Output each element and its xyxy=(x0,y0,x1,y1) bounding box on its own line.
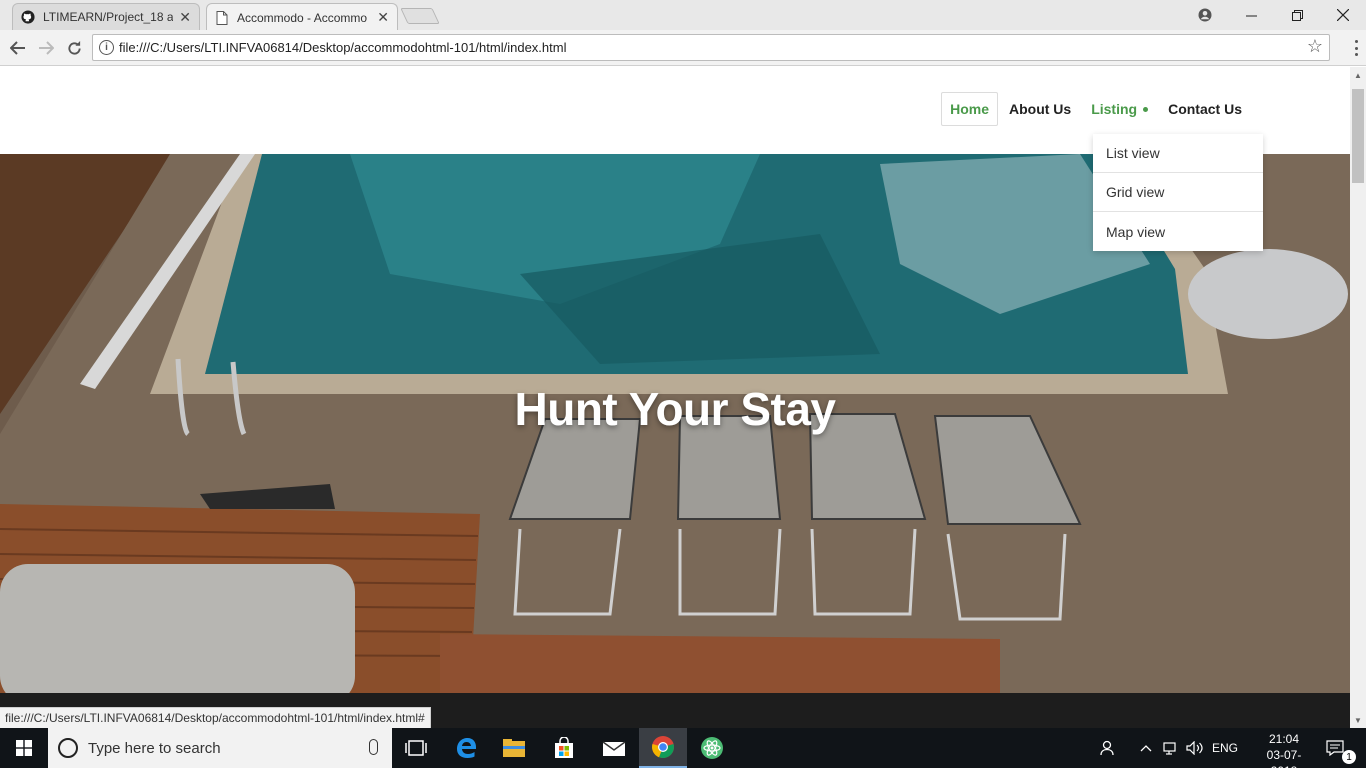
nav-contact[interactable]: Contact Us xyxy=(1159,92,1251,126)
volume-icon[interactable] xyxy=(1186,728,1204,768)
dropdown-grid-view[interactable]: Grid view xyxy=(1093,173,1263,212)
show-hidden-icons-icon[interactable] xyxy=(1140,728,1152,768)
language-indicator[interactable]: ENG xyxy=(1212,728,1238,768)
windows-taskbar: Type here to search ENG 21:04 03-07- 1 xyxy=(0,728,1366,768)
dropdown-list-view[interactable]: List view xyxy=(1093,134,1263,173)
info-icon[interactable]: i xyxy=(99,40,114,55)
status-bar-url: file:///C:/Users/LTI.INFVA06814/Desktop/… xyxy=(0,707,431,728)
scroll-up-icon[interactable]: ▲ xyxy=(1350,67,1366,83)
browser-toolbar: i file:///C:/Users/LTI.INFVA06814/Deskto… xyxy=(0,30,1366,66)
bookmark-star-icon[interactable]: ☆ xyxy=(1307,36,1323,57)
notification-count-badge: 1 xyxy=(1342,750,1356,764)
dropdown-map-view[interactable]: Map view xyxy=(1093,212,1263,251)
restore-icon[interactable] xyxy=(1274,0,1320,30)
store-icon[interactable] xyxy=(540,728,588,768)
address-bar[interactable]: i file:///C:/Users/LTI.INFVA06814/Deskto… xyxy=(92,34,1330,61)
cortana-icon xyxy=(58,738,78,758)
browser-tab-accommodo[interactable]: Accommodo - Accommo ✕ xyxy=(206,3,398,31)
main-nav: Home About Us Listing Contact Us xyxy=(939,92,1251,126)
nav-home[interactable]: Home xyxy=(941,92,998,126)
minimize-icon[interactable] xyxy=(1228,0,1274,30)
taskbar-search[interactable]: Type here to search xyxy=(48,728,392,768)
back-icon[interactable] xyxy=(5,36,31,60)
edge-icon[interactable] xyxy=(442,728,490,768)
forward-icon[interactable] xyxy=(33,36,59,60)
people-icon[interactable] xyxy=(1100,728,1118,768)
reload-icon[interactable] xyxy=(61,36,87,60)
page-icon xyxy=(215,10,229,25)
scroll-thumb[interactable] xyxy=(1352,89,1364,183)
address-text: file:///C:/Users/LTI.INFVA06814/Desktop/… xyxy=(119,40,567,55)
task-view-icon[interactable] xyxy=(392,728,440,768)
tab-title: Accommodo - Accommo xyxy=(237,10,368,25)
hero-title: Hunt Your Stay xyxy=(514,383,837,435)
scroll-down-icon[interactable]: ▼ xyxy=(1350,712,1366,728)
web-page: Home About Us Listing Contact Us Hunt Yo… xyxy=(0,67,1350,728)
close-icon[interactable]: ✕ xyxy=(377,9,389,26)
close-window-icon[interactable] xyxy=(1320,0,1366,30)
tab-title: LTIMEARN/Project_18 at xyxy=(43,10,174,24)
windows-start-icon[interactable] xyxy=(0,728,48,768)
search-placeholder: Type here to search xyxy=(88,739,221,757)
listing-dropdown-menu: List view Grid view Map view xyxy=(1093,134,1263,251)
nav-listing[interactable]: Listing xyxy=(1082,92,1157,126)
clock-date: 03-07-2018 xyxy=(1266,748,1302,768)
active-dot-icon xyxy=(1143,106,1149,112)
browser-menu-icon[interactable] xyxy=(1354,40,1358,56)
page-scrollbar[interactable]: ▲ ▼ xyxy=(1350,67,1366,728)
profile-icon[interactable] xyxy=(1182,0,1228,30)
mail-icon[interactable] xyxy=(590,728,638,768)
nav-listing-label: Listing xyxy=(1091,101,1138,117)
browser-tab-github[interactable]: LTIMEARN/Project_18 at ✕ xyxy=(12,3,200,30)
network-icon[interactable] xyxy=(1163,728,1179,768)
taskbar-clock[interactable]: 21:04 03-07-2018 xyxy=(1254,731,1314,768)
browser-tab-strip: LTIMEARN/Project_18 at ✕ Accommodo - Acc… xyxy=(0,0,1366,31)
clock-time: 21:04 xyxy=(1268,732,1300,746)
nav-about[interactable]: About Us xyxy=(1000,92,1080,126)
file-explorer-icon[interactable] xyxy=(490,728,538,768)
atom-icon[interactable] xyxy=(688,728,736,768)
microphone-icon[interactable] xyxy=(369,739,378,755)
github-icon xyxy=(21,10,35,24)
close-icon[interactable]: ✕ xyxy=(179,9,191,26)
new-tab-button[interactable] xyxy=(400,8,440,24)
chrome-icon[interactable] xyxy=(639,728,687,768)
screen: LTIMEARN/Project_18 at ✕ Accommodo - Acc… xyxy=(0,0,1366,768)
